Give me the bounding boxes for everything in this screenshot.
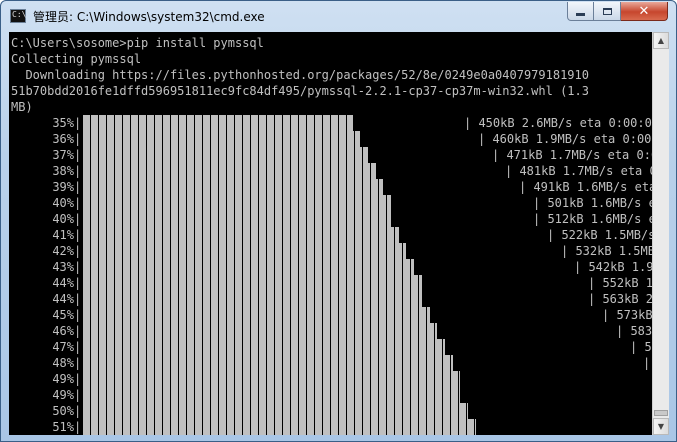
progress-bar-start: |	[74, 196, 82, 210]
vertical-scrollbar[interactable]: ▲ ▼	[652, 32, 669, 435]
scroll-down-button[interactable]: ▼	[653, 418, 669, 435]
progress-stats: | 552kB 1.7MB/s eta 0:00:	[588, 276, 652, 290]
maximize-icon	[602, 7, 612, 15]
progress-stats: | 593kB 2.3MB/s eta 0:00	[630, 340, 652, 354]
progress-stats: | 460kB 1.9MB/s eta 0:00:01	[478, 132, 652, 146]
progress-bar-fill	[83, 323, 437, 339]
minimize-button[interactable]	[567, 2, 594, 21]
progress-bar-fill	[83, 371, 460, 387]
progress-bar-start: |	[74, 388, 82, 402]
progress-bar-fill	[83, 387, 460, 403]
progress-stats: | 583kB 2.2MB/s eta 0:00	[616, 324, 652, 338]
progress-percent: 35%	[52, 116, 74, 130]
progress-bar-fill	[83, 355, 453, 371]
progress-stats: | 573kB 2.4MB/s eta 0:00	[602, 308, 652, 322]
progress-percent: 44%	[52, 292, 74, 306]
progress-percent: 50%	[52, 404, 74, 418]
progress-bar-start: |	[74, 228, 82, 242]
progress-stats: | 532kB 1.5MB/s eta 0:00:	[561, 244, 652, 258]
progress-bar-start: |	[74, 164, 82, 178]
progress-percent: 38%	[52, 164, 74, 178]
progress-percent: 43%	[52, 260, 74, 274]
progress-bar-fill	[83, 195, 391, 211]
progress-percent: 47%	[52, 340, 74, 354]
progress-bar-start: |	[74, 132, 82, 146]
progress-percent: 48%	[52, 356, 74, 370]
arrow-up-icon: ▲	[657, 36, 665, 45]
scroll-thumb[interactable]	[654, 410, 668, 416]
downloading-line: Downloading https://files.pythonhosted.o…	[11, 68, 589, 82]
progress-stats: | 522kB 1.5MB/s eta 0:00:0	[547, 228, 652, 242]
progress-bar-start: |	[74, 404, 82, 418]
progress-bar-fill	[83, 163, 376, 179]
progress-percent: 49%	[52, 388, 74, 402]
progress-percent: 41%	[52, 228, 74, 242]
downloading-line-continued: 51b70bdd2016fe1dffd596951811ec9fc84df495…	[11, 84, 589, 98]
collecting-line: Collecting pymssql	[11, 52, 142, 66]
progress-percent: 36%	[52, 132, 74, 146]
scroll-up-button[interactable]: ▲	[653, 32, 669, 49]
progress-bar-start: |	[74, 372, 82, 386]
progress-percent: 40%	[52, 212, 74, 226]
progress-percent: 49%	[52, 372, 74, 386]
window-title: 管理员: C:\Windows\system32\cmd.exe	[33, 10, 265, 24]
progress-stats: | 491kB 1.6MB/s eta 0:00:0	[519, 180, 652, 194]
progress-percent: 42%	[52, 244, 74, 258]
progress-stats: | 563kB 2.2MB/s eta 0:00	[588, 292, 652, 306]
progress-stats: | 604kB 1.8MB/s eta 0:0	[643, 356, 651, 370]
progress-bar-fill	[83, 403, 468, 419]
progress-bar-fill	[83, 419, 476, 435]
progress-bar-start: |	[74, 356, 82, 370]
progress-percent: 44%	[52, 276, 74, 290]
close-button[interactable]: ✕	[621, 2, 668, 21]
progress-bar-start: |	[74, 340, 82, 354]
progress-bar-fill	[83, 131, 360, 147]
progress-bar-start: |	[74, 260, 82, 274]
progress-percent: 46%	[52, 324, 74, 338]
title-bar[interactable]: C:\ 管理员: C:\Windows\system32\cmd.exe ✕	[1, 1, 676, 32]
progress-bar-fill	[83, 275, 422, 291]
progress-bar-start: |	[74, 420, 82, 434]
progress-bar-fill	[83, 147, 368, 163]
console-output[interactable]: C:\Users\sosome>pip install pymssql Coll…	[9, 32, 652, 435]
progress-bar-fill	[83, 259, 414, 275]
progress-bar-start: |	[74, 148, 82, 162]
progress-bar-fill	[83, 115, 353, 131]
maximize-button[interactable]	[594, 2, 621, 21]
progress-stats: | 471kB 1.7MB/s eta 0:00:01	[492, 148, 652, 162]
progress-bar-start: |	[74, 276, 82, 290]
progress-bar-fill	[83, 291, 422, 307]
progress-bar-fill	[83, 227, 399, 243]
progress-percent: 39%	[52, 180, 74, 194]
progress-bar-start: |	[74, 180, 82, 194]
progress-bar-fill	[83, 179, 383, 195]
progress-bar-fill	[83, 339, 445, 355]
progress-bar-start: |	[74, 212, 82, 226]
progress-percent: 40%	[52, 196, 74, 210]
progress-bar-start: |	[74, 244, 82, 258]
progress-percent: 51%	[52, 420, 74, 434]
progress-stats: | 512kB 1.6MB/s eta 0:00:0	[533, 212, 652, 226]
progress-stats: | 542kB 1.9MB/s eta 0:00:	[574, 260, 652, 274]
progress-stats: | 481kB 1.7MB/s eta 0:00:01	[505, 164, 652, 178]
progress-bar-fill	[83, 243, 406, 259]
minimize-icon	[576, 12, 585, 16]
progress-stats: | 501kB 1.6MB/s eta 0:00:0	[533, 196, 652, 210]
progress-bar-start: |	[74, 324, 82, 338]
progress-bar-start: |	[74, 308, 82, 322]
progress-bar-fill	[83, 307, 430, 323]
command-line: C:\Users\sosome>pip install pymssql	[11, 36, 264, 50]
downloading-line-size: MB)	[11, 100, 33, 114]
progress-bar-fill	[83, 211, 391, 227]
cmd-icon[interactable]: C:\	[10, 9, 26, 23]
progress-bar-start: |	[74, 292, 82, 306]
progress-percent: 37%	[52, 148, 74, 162]
close-icon: ✕	[638, 3, 650, 19]
progress-stats: | 450kB 2.6MB/s eta 0:00:01	[464, 116, 652, 130]
arrow-down-icon: ▼	[657, 422, 665, 431]
progress-percent: 45%	[52, 308, 74, 322]
cmd-window: C:\ 管理员: C:\Windows\system32\cmd.exe ✕ C…	[0, 0, 677, 442]
progress-bar-start: |	[74, 116, 82, 130]
